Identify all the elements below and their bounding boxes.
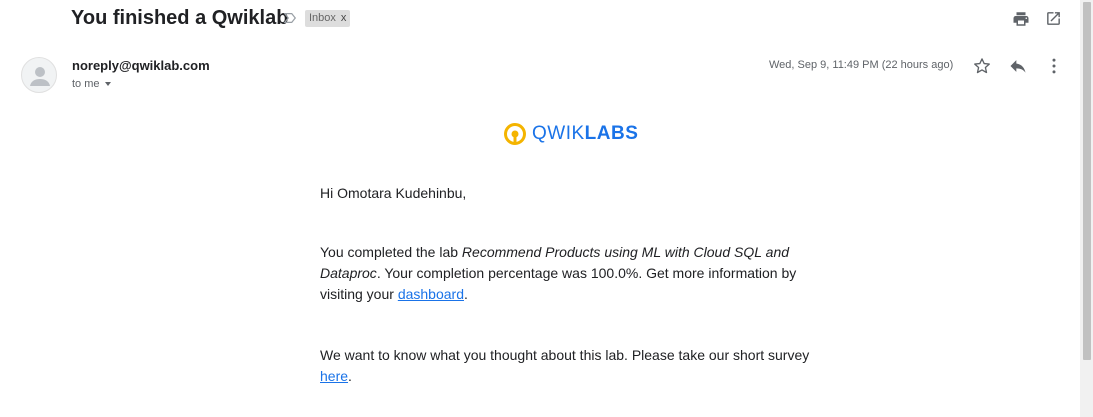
dashboard-link[interactable]: dashboard <box>398 286 464 302</box>
completion-text-middle: . Your completion percentage was 100.0%.… <box>320 265 797 302</box>
sender-avatar[interactable] <box>21 57 57 93</box>
survey-text-prefix: We want to know what you thought about t… <box>320 347 810 363</box>
survey-paragraph: We want to know what you thought about t… <box>320 345 820 387</box>
completion-text-prefix: You completed the lab <box>320 244 462 260</box>
survey-link[interactable]: here <box>320 368 348 384</box>
reply-icon[interactable] <box>1008 56 1028 76</box>
star-icon[interactable] <box>972 56 992 76</box>
important-marker-icon[interactable] <box>283 11 297 25</box>
chevron-down-icon <box>104 82 111 87</box>
message-date: Wed, Sep 9, 11:49 PM (22 hours ago) <box>769 59 954 71</box>
email-greeting: Hi Omotara Kudehinbu, <box>320 185 467 201</box>
survey-text-suffix: . <box>348 368 352 384</box>
inbox-label[interactable]: Inbox x <box>305 10 351 27</box>
recipient-details-toggle[interactable]: to me <box>72 78 111 90</box>
logo-text-light: QWIK <box>532 123 585 144</box>
sender-email: noreply@qwiklab.com <box>72 58 210 73</box>
print-icon[interactable] <box>1012 10 1030 28</box>
message-subject: You finished a Qwiklab <box>71 7 289 29</box>
recipient-text: to me <box>72 78 100 90</box>
more-vert-icon[interactable] <box>1044 56 1064 76</box>
open-in-new-window-icon[interactable] <box>1045 10 1062 27</box>
completion-text-suffix: . <box>463 286 468 302</box>
inbox-label-text: Inbox <box>309 12 336 24</box>
remove-label-button[interactable]: x <box>341 10 347 27</box>
qwiklabs-logo-mark-icon <box>504 123 526 145</box>
qwiklabs-logo: QWIKLABS <box>503 121 638 147</box>
logo-text-bold: LABS <box>584 123 639 144</box>
message-subject-bar: You finished a Qwiklab Inbox x <box>0 0 1080 40</box>
completion-paragraph: You completed the lab Recommend Products… <box>320 242 820 305</box>
avatar-person-icon <box>30 67 50 86</box>
scrollbar-thumb[interactable] <box>1083 2 1091 360</box>
qwiklabs-logo-text: QWIKLABS <box>532 123 638 145</box>
